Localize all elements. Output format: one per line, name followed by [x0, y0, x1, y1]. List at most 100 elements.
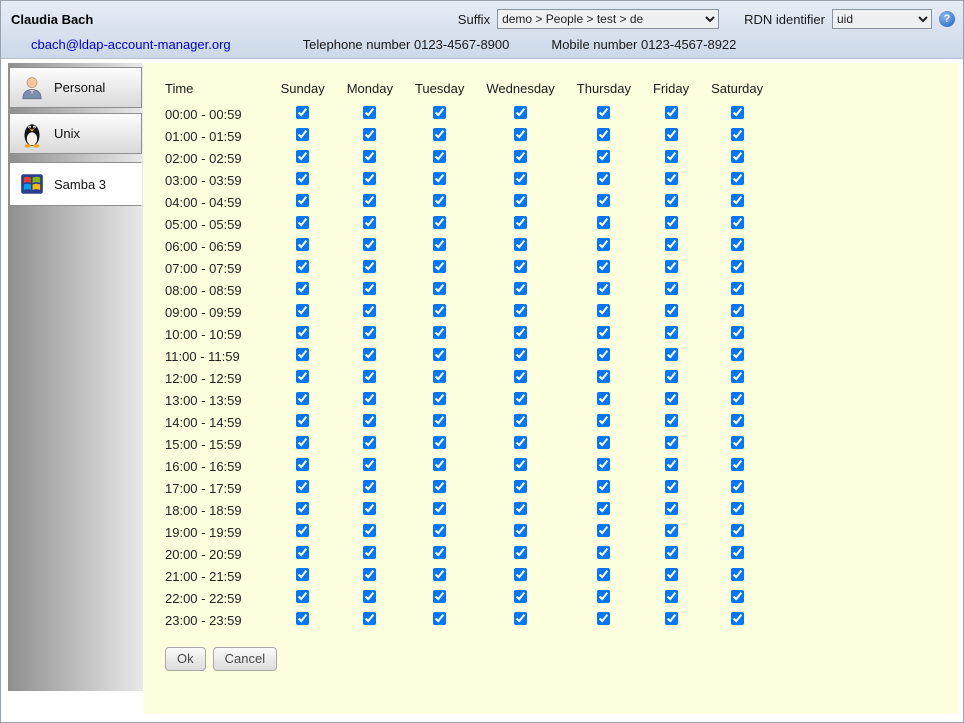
logon-hour-checkbox[interactable]	[665, 458, 678, 471]
logon-hour-checkbox[interactable]	[433, 436, 446, 449]
logon-hour-checkbox[interactable]	[363, 480, 376, 493]
logon-hour-checkbox[interactable]	[433, 458, 446, 471]
logon-hour-checkbox[interactable]	[731, 216, 744, 229]
logon-hour-checkbox[interactable]	[514, 414, 527, 427]
logon-hour-checkbox[interactable]	[731, 524, 744, 537]
logon-hour-checkbox[interactable]	[731, 282, 744, 295]
logon-hour-checkbox[interactable]	[514, 612, 527, 625]
logon-hour-checkbox[interactable]	[363, 502, 376, 515]
logon-hour-checkbox[interactable]	[363, 172, 376, 185]
logon-hour-checkbox[interactable]	[433, 392, 446, 405]
logon-hour-checkbox[interactable]	[665, 304, 678, 317]
logon-hour-checkbox[interactable]	[665, 480, 678, 493]
suffix-select[interactable]: demo > People > test > de	[497, 9, 719, 29]
logon-hour-checkbox[interactable]	[296, 216, 309, 229]
cancel-button[interactable]: Cancel	[213, 647, 277, 671]
logon-hour-checkbox[interactable]	[597, 612, 610, 625]
logon-hour-checkbox[interactable]	[296, 546, 309, 559]
rdn-identifier-select[interactable]: uid	[832, 9, 932, 29]
logon-hour-checkbox[interactable]	[363, 392, 376, 405]
logon-hour-checkbox[interactable]	[296, 128, 309, 141]
logon-hour-checkbox[interactable]	[433, 150, 446, 163]
logon-hour-checkbox[interactable]	[514, 128, 527, 141]
logon-hour-checkbox[interactable]	[296, 590, 309, 603]
logon-hour-checkbox[interactable]	[514, 304, 527, 317]
logon-hour-checkbox[interactable]	[665, 502, 678, 515]
logon-hour-checkbox[interactable]	[514, 348, 527, 361]
tab-personal[interactable]: Personal	[9, 67, 142, 108]
logon-hour-checkbox[interactable]	[597, 106, 610, 119]
logon-hour-checkbox[interactable]	[597, 436, 610, 449]
logon-hour-checkbox[interactable]	[597, 590, 610, 603]
logon-hour-checkbox[interactable]	[433, 304, 446, 317]
logon-hour-checkbox[interactable]	[363, 128, 376, 141]
logon-hour-checkbox[interactable]	[514, 590, 527, 603]
logon-hour-checkbox[interactable]	[731, 150, 744, 163]
logon-hour-checkbox[interactable]	[731, 502, 744, 515]
logon-hour-checkbox[interactable]	[665, 348, 678, 361]
logon-hour-checkbox[interactable]	[514, 106, 527, 119]
logon-hour-checkbox[interactable]	[363, 546, 376, 559]
logon-hour-checkbox[interactable]	[433, 216, 446, 229]
logon-hour-checkbox[interactable]	[363, 238, 376, 251]
logon-hour-checkbox[interactable]	[597, 150, 610, 163]
logon-hour-checkbox[interactable]	[731, 392, 744, 405]
logon-hour-checkbox[interactable]	[363, 568, 376, 581]
logon-hour-checkbox[interactable]	[296, 524, 309, 537]
logon-hour-checkbox[interactable]	[665, 590, 678, 603]
logon-hour-checkbox[interactable]	[433, 172, 446, 185]
logon-hour-checkbox[interactable]	[731, 172, 744, 185]
logon-hour-checkbox[interactable]	[514, 546, 527, 559]
logon-hour-checkbox[interactable]	[296, 304, 309, 317]
logon-hour-checkbox[interactable]	[514, 150, 527, 163]
logon-hour-checkbox[interactable]	[296, 370, 309, 383]
logon-hour-checkbox[interactable]	[731, 414, 744, 427]
logon-hour-checkbox[interactable]	[296, 568, 309, 581]
logon-hour-checkbox[interactable]	[731, 480, 744, 493]
logon-hour-checkbox[interactable]	[665, 370, 678, 383]
logon-hour-checkbox[interactable]	[363, 260, 376, 273]
logon-hour-checkbox[interactable]	[363, 590, 376, 603]
logon-hour-checkbox[interactable]	[597, 326, 610, 339]
logon-hour-checkbox[interactable]	[731, 194, 744, 207]
logon-hour-checkbox[interactable]	[597, 260, 610, 273]
help-icon[interactable]: ?	[939, 11, 955, 27]
logon-hour-checkbox[interactable]	[296, 260, 309, 273]
logon-hour-checkbox[interactable]	[514, 194, 527, 207]
logon-hour-checkbox[interactable]	[731, 612, 744, 625]
logon-hour-checkbox[interactable]	[597, 546, 610, 559]
logon-hour-checkbox[interactable]	[665, 128, 678, 141]
logon-hour-checkbox[interactable]	[514, 238, 527, 251]
logon-hour-checkbox[interactable]	[597, 568, 610, 581]
logon-hour-checkbox[interactable]	[665, 524, 678, 537]
logon-hour-checkbox[interactable]	[731, 436, 744, 449]
logon-hour-checkbox[interactable]	[731, 238, 744, 251]
logon-hour-checkbox[interactable]	[363, 282, 376, 295]
logon-hour-checkbox[interactable]	[514, 502, 527, 515]
logon-hour-checkbox[interactable]	[296, 480, 309, 493]
logon-hour-checkbox[interactable]	[665, 238, 678, 251]
logon-hour-checkbox[interactable]	[731, 590, 744, 603]
logon-hour-checkbox[interactable]	[363, 216, 376, 229]
logon-hour-checkbox[interactable]	[665, 150, 678, 163]
logon-hour-checkbox[interactable]	[296, 282, 309, 295]
logon-hour-checkbox[interactable]	[433, 480, 446, 493]
logon-hour-checkbox[interactable]	[731, 106, 744, 119]
logon-hour-checkbox[interactable]	[514, 568, 527, 581]
logon-hour-checkbox[interactable]	[433, 414, 446, 427]
logon-hour-checkbox[interactable]	[514, 282, 527, 295]
logon-hour-checkbox[interactable]	[597, 502, 610, 515]
logon-hour-checkbox[interactable]	[665, 612, 678, 625]
logon-hour-checkbox[interactable]	[363, 436, 376, 449]
logon-hour-checkbox[interactable]	[363, 348, 376, 361]
logon-hour-checkbox[interactable]	[296, 436, 309, 449]
ok-button[interactable]: Ok	[165, 647, 206, 671]
logon-hour-checkbox[interactable]	[433, 194, 446, 207]
logon-hour-checkbox[interactable]	[296, 392, 309, 405]
logon-hour-checkbox[interactable]	[363, 106, 376, 119]
logon-hour-checkbox[interactable]	[514, 436, 527, 449]
logon-hour-checkbox[interactable]	[296, 238, 309, 251]
logon-hour-checkbox[interactable]	[296, 150, 309, 163]
logon-hour-checkbox[interactable]	[296, 502, 309, 515]
logon-hour-checkbox[interactable]	[665, 172, 678, 185]
